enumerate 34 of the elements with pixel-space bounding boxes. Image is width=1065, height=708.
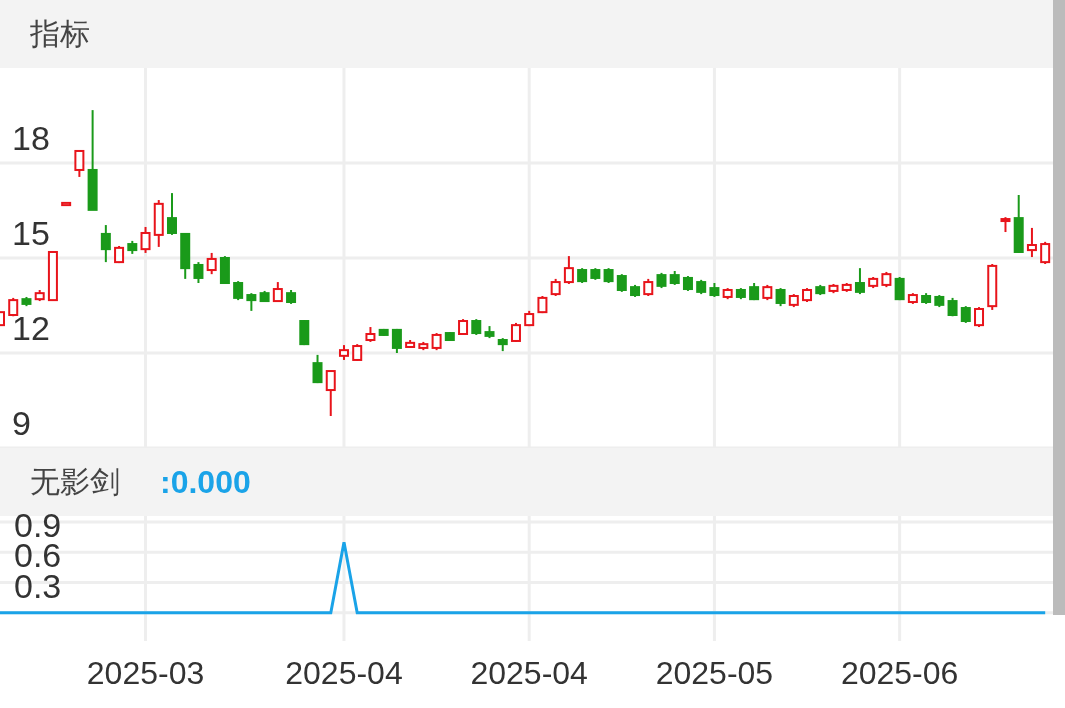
y-axis-label: 15 (12, 216, 50, 250)
candlestick (166, 192, 177, 236)
candlestick (563, 255, 574, 285)
scrollbar[interactable] (1053, 0, 1065, 615)
candlestick (1026, 226, 1037, 259)
candlestick (391, 327, 402, 354)
y-axis-label: 9 (12, 406, 31, 440)
y-axis-label: 18 (12, 121, 50, 155)
candlestick (140, 225, 151, 254)
x-axis-label: 2025-04 (470, 655, 588, 692)
candlestick (510, 321, 521, 343)
x-axis-label: 2025-05 (655, 655, 774, 692)
candlestick (299, 319, 310, 347)
candlestick (206, 251, 217, 276)
y-axis-label: 0.3 (14, 570, 62, 601)
candlestick (775, 287, 786, 308)
x-axis-label: 2025-04 (285, 655, 403, 692)
x-axis-label: 2025-03 (86, 655, 205, 692)
candlestick (233, 280, 244, 302)
candlestick (325, 370, 336, 418)
y-axis-label: 12 (12, 311, 50, 345)
y-axis-label: 0.9 (14, 510, 62, 541)
candlestick (312, 353, 323, 385)
y-axis-label: 0.6 (14, 540, 62, 571)
header-title: 指标 (30, 14, 90, 53)
x-axis-label: 2025-06 (840, 655, 959, 692)
candlestick (1040, 240, 1051, 266)
indicator-name: 无影剑 (30, 462, 120, 501)
candlestick (974, 306, 985, 329)
candlestick (854, 267, 865, 296)
indicator-value: :0.000 (160, 463, 251, 501)
candlestick (74, 149, 85, 178)
candlestick (193, 261, 204, 285)
candlestick (100, 224, 111, 264)
